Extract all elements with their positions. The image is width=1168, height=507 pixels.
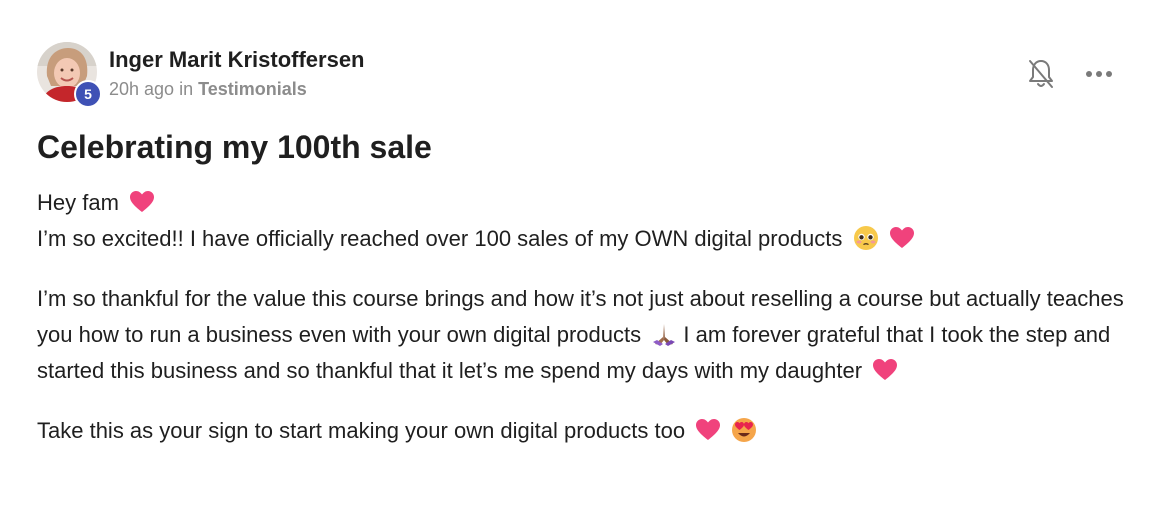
bell-off-icon[interactable] — [1027, 58, 1055, 90]
paragraph-1-line-2: I’m so excited!! I have officially reach… — [37, 226, 843, 251]
more-horizontal-icon[interactable] — [1085, 69, 1113, 79]
author-meta: Inger Marit Kristoffersen 20h ago in Tes… — [109, 42, 365, 101]
pleading-face-icon — [853, 226, 878, 250]
paragraph-1: Hey fam I’m so excited!! I have official… — [37, 185, 1127, 257]
paragraph-2: I’m so thankful for the value this cours… — [37, 281, 1127, 389]
post-in-label: in — [179, 79, 194, 99]
post-body: Hey fam I’m so excited!! I have official… — [37, 185, 1127, 473]
author-name[interactable]: Inger Marit Kristoffersen — [109, 46, 365, 74]
level-badge: 5 — [74, 80, 102, 108]
heart-eyes-face-icon — [732, 418, 757, 442]
heart-icon — [696, 419, 721, 440]
post-header: 5 Inger Marit Kristoffersen 20h ago in T… — [37, 42, 365, 108]
post-time: 20h ago — [109, 79, 175, 99]
author-avatar-wrap[interactable]: 5 — [37, 42, 102, 108]
post-meta-line: 20h ago in Testimonials — [109, 77, 365, 101]
post-card: 5 Inger Marit Kristoffersen 20h ago in T… — [0, 0, 1168, 507]
heart-icon — [889, 227, 914, 248]
paragraph-3: Take this as your sign to start making y… — [37, 413, 1127, 449]
heart-icon — [130, 191, 155, 212]
post-actions — [1027, 58, 1113, 90]
paragraph-1-line-1: Hey fam — [37, 190, 119, 215]
post-category-link[interactable]: Testimonials — [198, 79, 307, 99]
heart-icon — [873, 359, 898, 380]
folded-hands-icon — [653, 324, 676, 346]
post-title: Celebrating my 100th sale — [37, 129, 432, 165]
paragraph-3-text: Take this as your sign to start making y… — [37, 418, 686, 443]
